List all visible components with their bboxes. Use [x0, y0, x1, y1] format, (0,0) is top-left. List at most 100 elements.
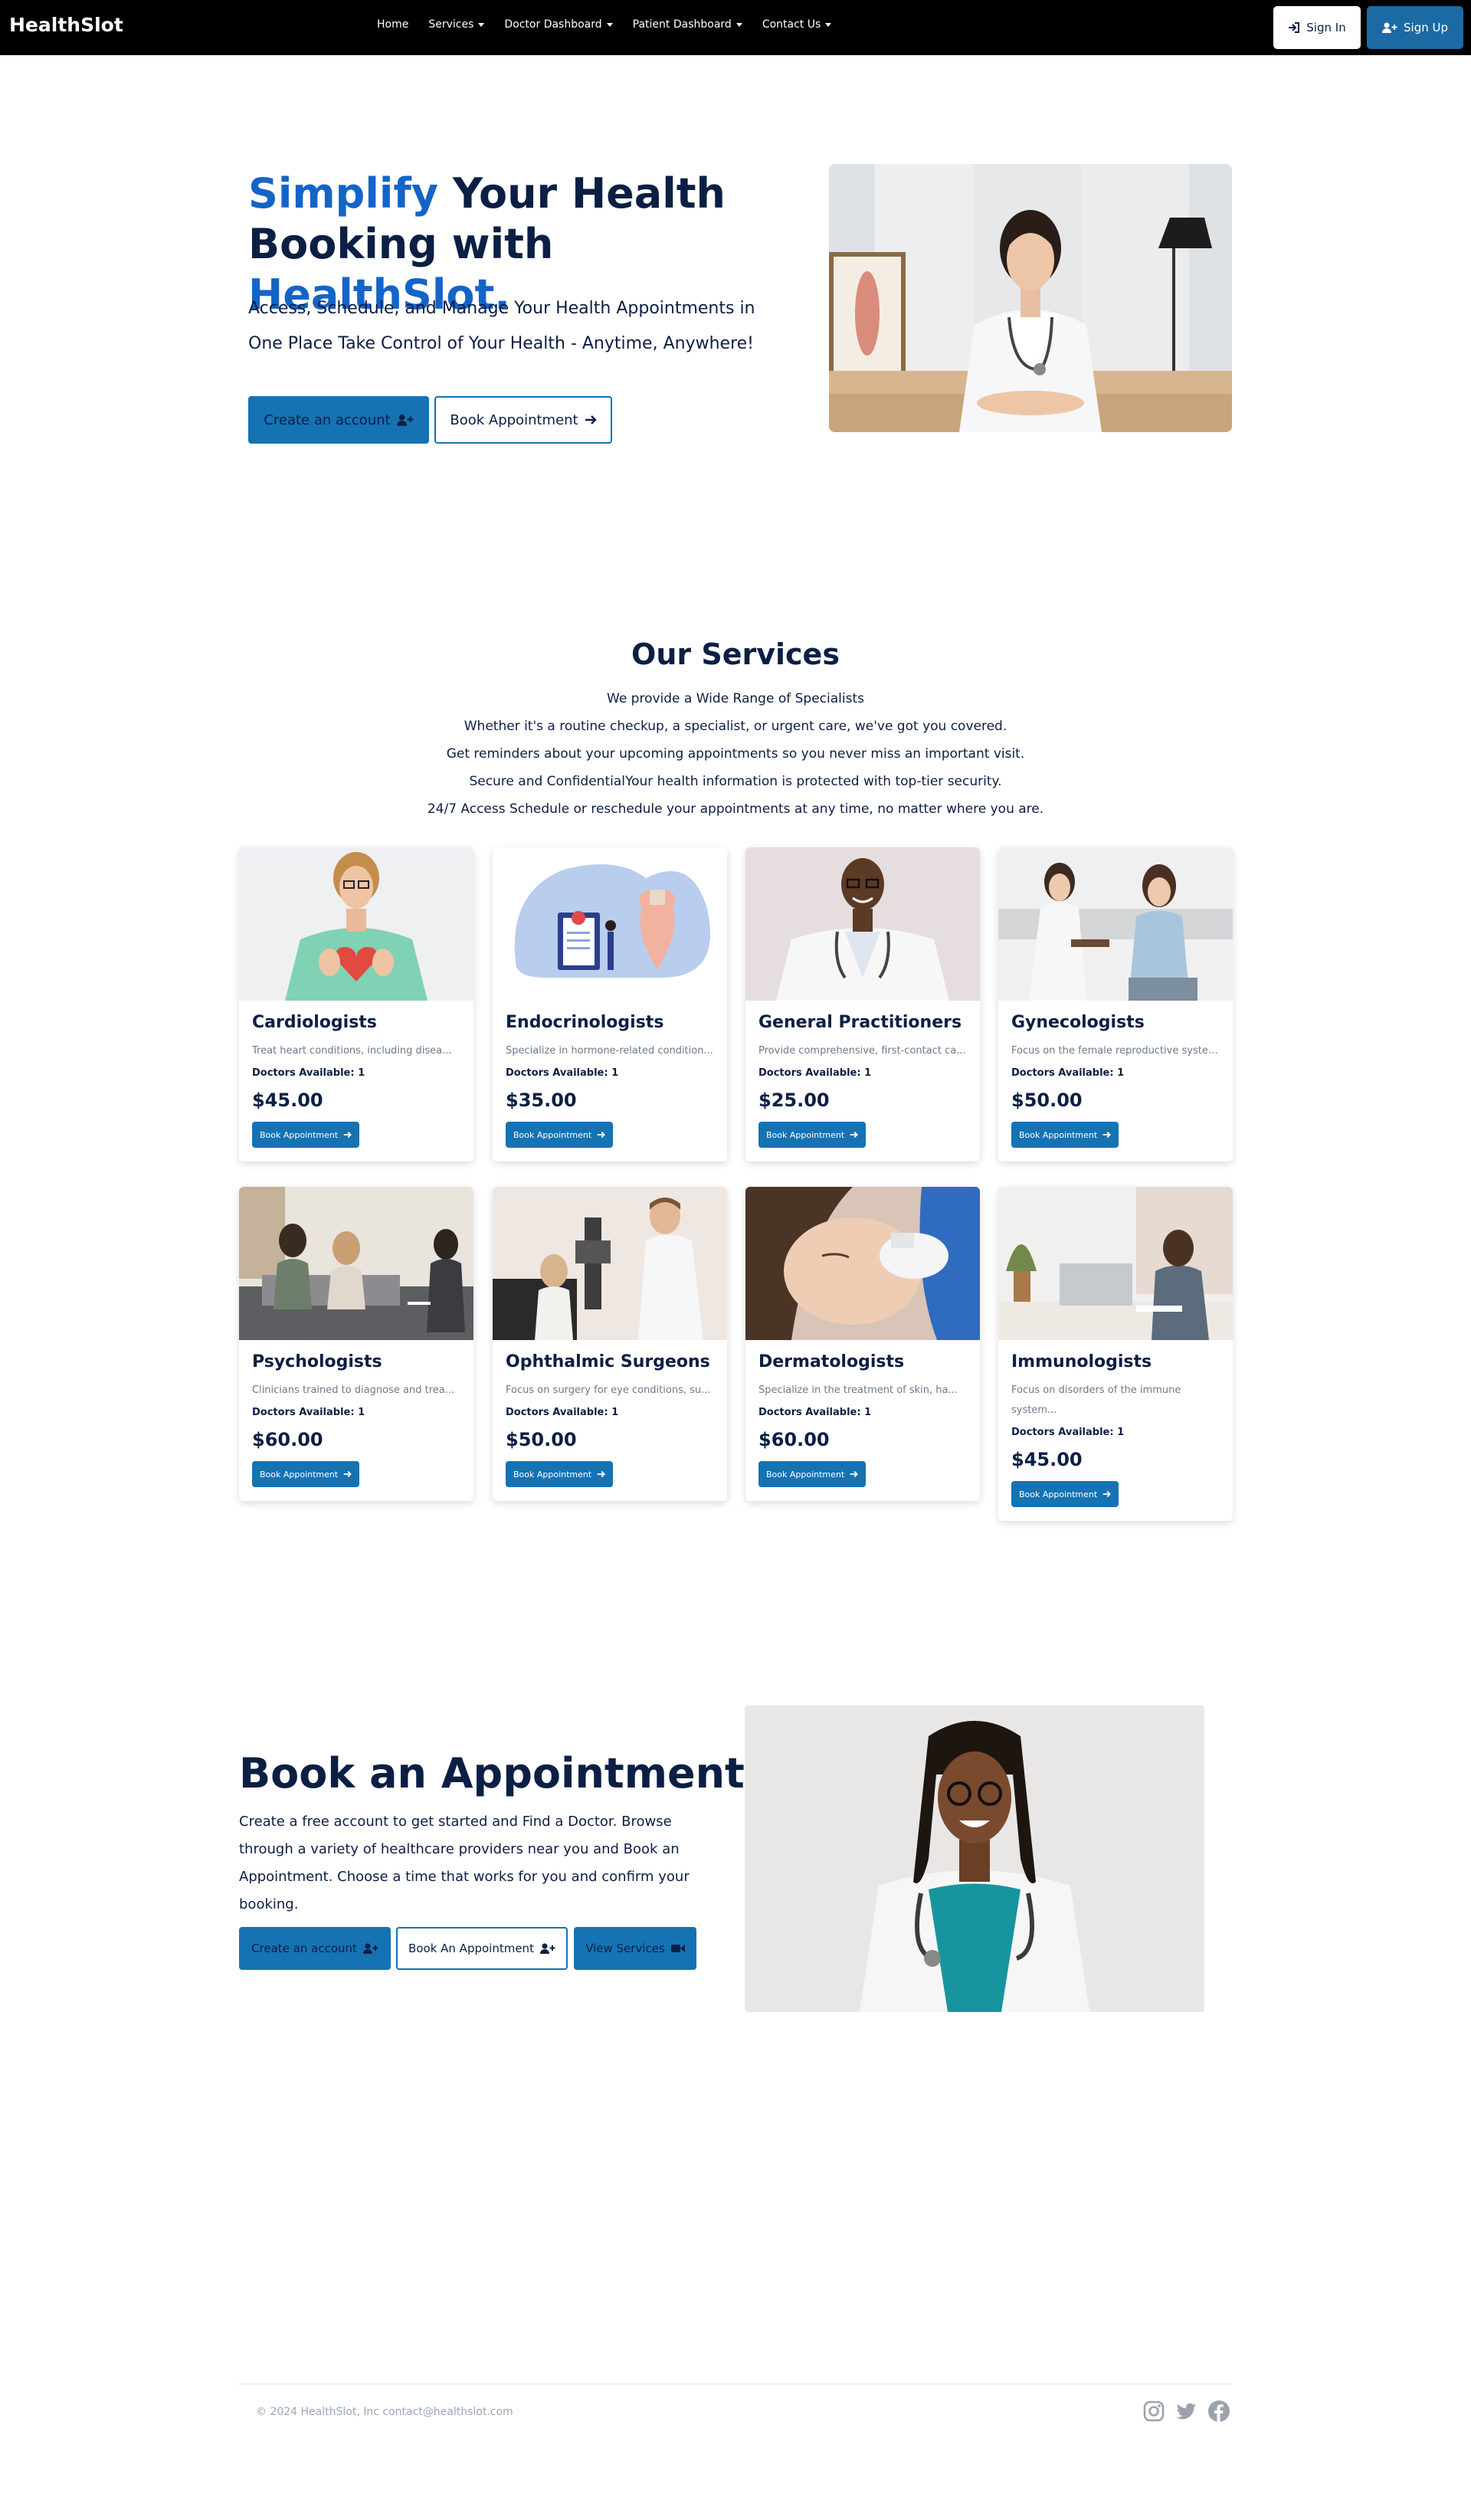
book-appointment-button[interactable]: Book Appointment	[506, 1461, 614, 1487]
book-appointment-label: Book Appointment	[260, 1129, 339, 1140]
book-create-account-label: Create an account	[251, 1942, 357, 1955]
user-plus-icon	[396, 414, 414, 426]
card-price: $50.00	[1011, 1090, 1083, 1111]
card-price: $25.00	[758, 1090, 830, 1111]
book-appointment-button[interactable]: Book Appointment	[252, 1122, 360, 1148]
services-line: 24/7 Access Schedule or reschedule your …	[427, 801, 1044, 817]
service-card-immunologists: Immunologists Focus on disorders of the …	[998, 1187, 1233, 1521]
hero-create-account-label: Create an account	[264, 411, 391, 428]
arrow-right-icon	[585, 415, 597, 424]
nav-services-dropdown[interactable]: Services	[428, 18, 485, 31]
book-appointment-label: Book Appointment	[1019, 1129, 1098, 1140]
card-description: Focus on the female reproductive system.…	[1011, 1045, 1220, 1057]
service-card-psychologists: Psychologists Clinicians trained to diag…	[239, 1187, 473, 1501]
nav-home[interactable]: Home	[377, 18, 408, 31]
card-title: Immunologists	[1011, 1352, 1152, 1371]
book-appointment-button[interactable]: Book Appointment	[758, 1461, 867, 1487]
services-line: Whether it's a routine checkup, a specia…	[464, 719, 1007, 734]
service-card-gynecologists: Gynecologists Focus on the female reprod…	[998, 847, 1233, 1162]
hero-title-part-2: Your Health	[438, 169, 726, 218]
book-appointment-button[interactable]: Book Appointment	[506, 1122, 614, 1148]
card-availability: Doctors Available: 1	[506, 1407, 619, 1418]
arrow-right-icon	[1102, 1131, 1112, 1139]
book-appointment-label: Book Appointment	[260, 1469, 339, 1480]
book-appointment-label: Book Appointment	[766, 1129, 845, 1140]
book-section-text: Create a free account to get started and…	[239, 1814, 690, 1912]
card-description: Focus on disorders of the immune system.…	[1011, 1385, 1181, 1416]
card-description: Specialize in the treatment of skin, ha.…	[758, 1385, 958, 1396]
general-practitioner-image	[745, 847, 980, 1001]
book-create-account-button[interactable]: Create an account	[239, 1927, 391, 1970]
video-icon	[670, 1945, 685, 1952]
ophthalmic-surgeon-image	[493, 1187, 727, 1340]
signup-label: Sign Up	[1404, 21, 1448, 34]
hero-doctor-image	[829, 164, 1232, 432]
hero-title-part-3: Booking with	[248, 220, 554, 268]
nav-services-label: Services	[428, 18, 474, 31]
signup-button[interactable]: Sign Up	[1367, 6, 1463, 49]
arrow-right-icon	[1102, 1490, 1112, 1498]
card-title: Cardiologists	[252, 1013, 377, 1032]
arrow-right-icon	[850, 1470, 859, 1478]
nav-doctor-dashboard-label: Doctor Dashboard	[504, 18, 602, 31]
dermatologist-image	[745, 1187, 980, 1340]
arrow-right-icon	[343, 1131, 352, 1139]
service-card-endocrinologists: Endocrinologists Specialize in hormone-r…	[493, 847, 727, 1162]
hero-book-appointment-button[interactable]: Book Appointment	[434, 396, 612, 444]
card-description: Clinicians trained to diagnose and trea.…	[252, 1385, 455, 1396]
card-title: Ophthalmic Surgeons	[506, 1352, 710, 1371]
service-card-ophthalmic-surgeons: Ophthalmic Surgeons Focus on surgery for…	[493, 1187, 727, 1501]
chevron-down-icon	[606, 22, 613, 27]
nav-doctor-dashboard-dropdown[interactable]: Doctor Dashboard	[504, 18, 613, 31]
card-availability: Doctors Available: 1	[758, 1407, 872, 1418]
signin-label: Sign In	[1306, 21, 1346, 34]
user-plus-icon	[1382, 22, 1397, 33]
chevron-down-icon	[478, 22, 485, 27]
card-description: Treat heart conditions, including disea.…	[252, 1045, 452, 1057]
facebook-icon[interactable]	[1207, 2400, 1230, 2423]
book-appointment-label: Book Appointment	[766, 1469, 845, 1480]
book-an-appointment-button[interactable]: Book An Appointment	[396, 1927, 568, 1970]
endocrinologist-image	[493, 847, 727, 1001]
service-card-dermatologists: Dermatologists Specialize in the treatme…	[745, 1187, 980, 1501]
services-line: Secure and ConfidentialYour health infor…	[469, 774, 1002, 789]
book-an-appointment-label: Book An Appointment	[408, 1942, 534, 1955]
brand-logo[interactable]: HealthSlot	[9, 14, 123, 36]
instagram-icon[interactable]	[1142, 2400, 1165, 2423]
card-description: Specialize in hormone-related condition.…	[506, 1045, 713, 1057]
user-plus-icon	[539, 1943, 555, 1954]
book-doctor-image	[745, 1706, 1204, 2012]
signin-button[interactable]: Sign In	[1273, 6, 1361, 49]
hero-title-accent-1: Simplify	[248, 169, 439, 218]
book-appointment-label: Book Appointment	[513, 1469, 592, 1480]
chevron-down-icon	[825, 22, 832, 27]
hero-create-account-button[interactable]: Create an account	[248, 396, 429, 444]
book-appointment-button[interactable]: Book Appointment	[1011, 1481, 1119, 1507]
book-appointment-button[interactable]: Book Appointment	[252, 1461, 360, 1487]
nav-home-label: Home	[377, 18, 409, 31]
card-title: Psychologists	[252, 1352, 382, 1371]
card-availability: Doctors Available: 1	[506, 1067, 619, 1079]
book-appointment-button[interactable]: Book Appointment	[758, 1122, 867, 1148]
card-availability: Doctors Available: 1	[252, 1067, 365, 1079]
book-appointment-button[interactable]: Book Appointment	[1011, 1122, 1119, 1148]
card-price: $60.00	[758, 1429, 830, 1450]
card-price: $45.00	[1011, 1449, 1083, 1470]
card-price: $50.00	[506, 1429, 577, 1450]
nav-contact-dropdown[interactable]: Contact Us	[762, 18, 832, 31]
services-line: We provide a Wide Range of Specialists	[607, 691, 864, 706]
service-card-cardiologists: Cardiologists Treat heart conditions, in…	[239, 847, 473, 1162]
nav-patient-dashboard-dropdown[interactable]: Patient Dashboard	[633, 18, 742, 31]
hero-subtitle: Access, Schedule, and Manage Your Health…	[248, 299, 755, 353]
view-services-button[interactable]: View Services	[574, 1927, 696, 1970]
chevron-down-icon	[736, 22, 742, 27]
card-availability: Doctors Available: 1	[1011, 1067, 1125, 1079]
card-description: Provide comprehensive, first-contact ca.…	[758, 1045, 966, 1057]
navbar: HealthSlot Home Services Doctor Dashboar…	[0, 0, 1471, 55]
services-title: Our Services	[631, 637, 840, 671]
card-title: General Practitioners	[758, 1013, 962, 1032]
book-appointment-label: Book Appointment	[513, 1129, 592, 1140]
book-section-title: Book an Appointment	[239, 1749, 745, 1797]
card-availability: Doctors Available: 1	[758, 1067, 872, 1079]
twitter-icon[interactable]	[1175, 2400, 1197, 2423]
